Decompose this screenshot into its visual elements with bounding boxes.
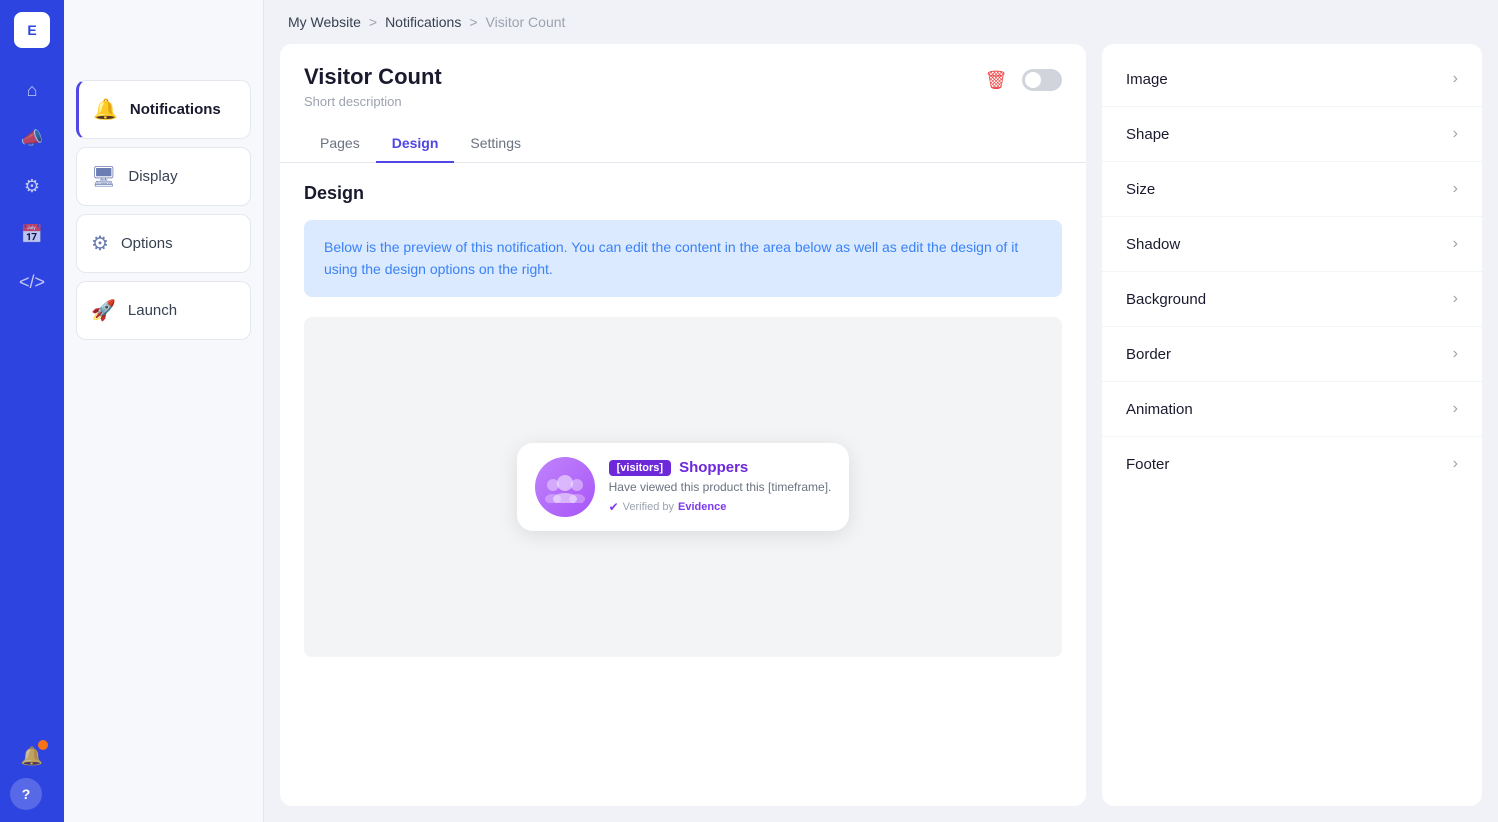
display-nav[interactable]: 🖥 Display (76, 147, 251, 206)
animation-item[interactable]: Animation › (1102, 382, 1482, 437)
settings-tab[interactable]: Settings (454, 125, 537, 163)
footer-label: Footer (1126, 456, 1169, 473)
info-banner: Below is the preview of this notificatio… (304, 220, 1062, 297)
preview-area: [visitors] Shoppers Have viewed this pro… (304, 317, 1062, 657)
nav-panel: 🔔 Notifications 🖥 Display ⚙ Options 🚀 La… (64, 0, 264, 822)
shape-label: Shape (1126, 126, 1169, 143)
notifications-nav-icon: 🔔 (93, 97, 118, 122)
tabs: Pages Design Settings (280, 125, 1086, 163)
image-item[interactable]: Image › (1102, 52, 1482, 107)
options-nav-label: Options (121, 235, 173, 252)
launch-nav[interactable]: 🚀 Launch (76, 281, 251, 340)
shadow-label: Shadow (1126, 236, 1180, 253)
chevron-right-icon: › (1453, 455, 1458, 473)
code-icon[interactable]: </> (10, 260, 54, 304)
notification-name: Shoppers (679, 459, 748, 476)
panel-title: Visitor Count (304, 64, 442, 90)
evidence-link: Evidence (678, 501, 726, 513)
breadcrumb-notifications[interactable]: Notifications (385, 14, 461, 30)
notification-dot (38, 740, 48, 750)
launch-nav-icon: 🚀 (91, 298, 116, 323)
notification-text: Have viewed this product this [timeframe… (609, 480, 832, 494)
right-panel: Image › Shape › Size › Shadow › Backgrou… (1102, 44, 1482, 806)
design-section: Design Below is the preview of this noti… (280, 163, 1086, 806)
notifications-nav[interactable]: 🔔 Notifications (76, 80, 251, 139)
content-wrapper: Visitor Count Short description 🗑 Pages … (264, 44, 1498, 822)
background-item[interactable]: Background › (1102, 272, 1482, 327)
panel-description: Short description (304, 94, 442, 109)
main-panel: Visitor Count Short description 🗑 Pages … (280, 44, 1086, 806)
chevron-right-icon: › (1453, 345, 1458, 363)
verified-label: Verified by (623, 501, 674, 513)
delete-button[interactable]: 🗑 (980, 64, 1012, 96)
avatar (535, 457, 595, 517)
notification-preview-card: [visitors] Shoppers Have viewed this pro… (517, 443, 850, 531)
display-nav-icon: 🖥 (91, 164, 116, 189)
chevron-right-icon: › (1453, 235, 1458, 253)
checkmark-icon: ✔ (609, 500, 619, 514)
footer-item[interactable]: Footer › (1102, 437, 1482, 491)
size-item[interactable]: Size › (1102, 162, 1482, 217)
pages-tab[interactable]: Pages (304, 125, 376, 163)
options-nav[interactable]: ⚙ Options (76, 214, 251, 273)
size-label: Size (1126, 181, 1155, 198)
panel-header: Visitor Count Short description 🗑 (280, 44, 1086, 109)
breadcrumb: My Website > Notifications > Visitor Cou… (264, 0, 1498, 44)
visitors-badge: [visitors] (609, 460, 671, 476)
sidebar: E ⌂ 📣 ⚙ 📅 </> 🔔 ? (0, 0, 64, 822)
main-area: My Website > Notifications > Visitor Cou… (264, 0, 1498, 822)
chevron-right-icon: › (1453, 290, 1458, 308)
border-item[interactable]: Border › (1102, 327, 1482, 382)
launch-nav-label: Launch (128, 302, 177, 319)
shadow-item[interactable]: Shadow › (1102, 217, 1482, 272)
chevron-right-icon: › (1453, 180, 1458, 198)
shape-item[interactable]: Shape › (1102, 107, 1482, 162)
chevron-right-icon: › (1453, 125, 1458, 143)
chevron-right-icon: › (1453, 70, 1458, 88)
notifications-nav-label: Notifications (130, 101, 221, 118)
display-nav-label: Display (128, 168, 177, 185)
notification-bell-icon[interactable]: 🔔 (10, 734, 54, 778)
border-label: Border (1126, 346, 1171, 363)
app-logo[interactable]: E (14, 12, 50, 48)
breadcrumb-current: Visitor Count (486, 14, 566, 30)
info-text: Below is the preview of this notificatio… (324, 236, 1042, 281)
animation-label: Animation (1126, 401, 1193, 418)
panel-header-actions: 🗑 (980, 64, 1062, 96)
settings-icon[interactable]: ⚙ (10, 164, 54, 208)
help-icon[interactable]: ? (10, 778, 42, 810)
design-tab[interactable]: Design (376, 125, 455, 163)
background-label: Background (1126, 291, 1206, 308)
notification-content: [visitors] Shoppers Have viewed this pro… (609, 459, 832, 514)
section-heading: Design (304, 183, 1062, 204)
options-nav-icon: ⚙ (91, 231, 109, 256)
home-icon[interactable]: ⌂ (10, 68, 54, 112)
breadcrumb-home[interactable]: My Website (288, 14, 361, 30)
chevron-right-icon: › (1453, 400, 1458, 418)
notification-verified: ✔ Verified by Evidence (609, 500, 832, 514)
image-label: Image (1126, 71, 1168, 88)
toggle-switch[interactable] (1022, 69, 1062, 91)
notification-title: [visitors] Shoppers (609, 459, 832, 476)
calendar-icon[interactable]: 📅 (10, 212, 54, 256)
megaphone-icon[interactable]: 📣 (10, 116, 54, 160)
